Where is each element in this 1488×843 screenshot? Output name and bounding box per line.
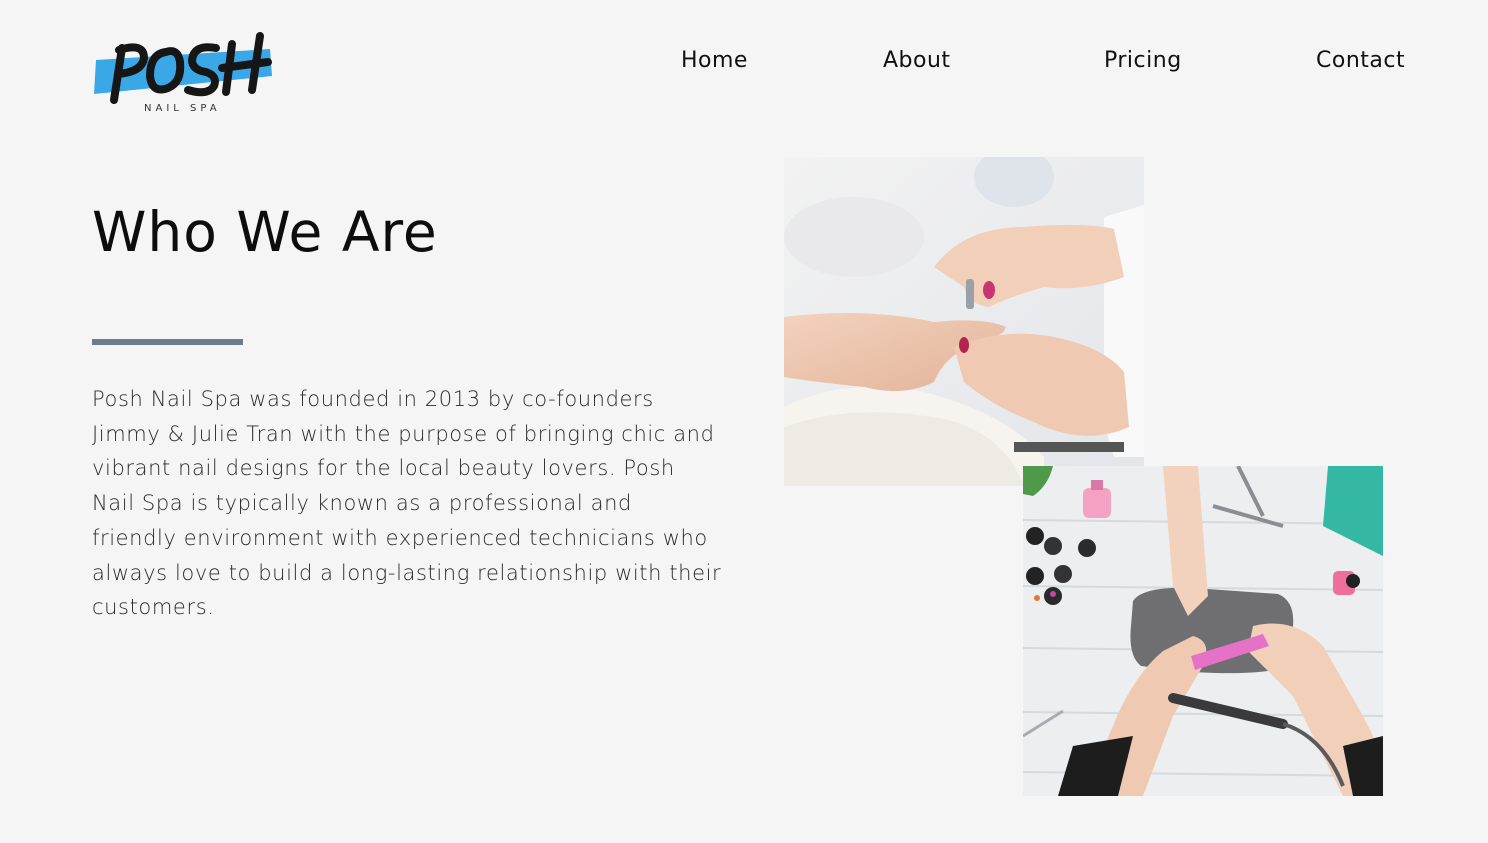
nav-home-link[interactable]: Home — [681, 48, 748, 73]
nav-about-link[interactable]: About — [883, 48, 951, 73]
manicure-table-overhead-photo — [1023, 466, 1383, 796]
title-divider — [92, 339, 243, 345]
nav-contact-link[interactable]: Contact — [1316, 48, 1405, 73]
about-description: Posh Nail Spa was founded in 2013 by co-… — [92, 387, 722, 620]
nav-pricing-link[interactable]: Pricing — [1104, 48, 1182, 73]
brand-logo[interactable]: NAIL SPA — [92, 30, 274, 118]
manicure-closeup-photo — [784, 157, 1144, 486]
section-title: Who We Are — [92, 200, 438, 264]
logo-tagline: NAIL SPA — [144, 103, 221, 114]
logo-mark — [94, 32, 272, 104]
